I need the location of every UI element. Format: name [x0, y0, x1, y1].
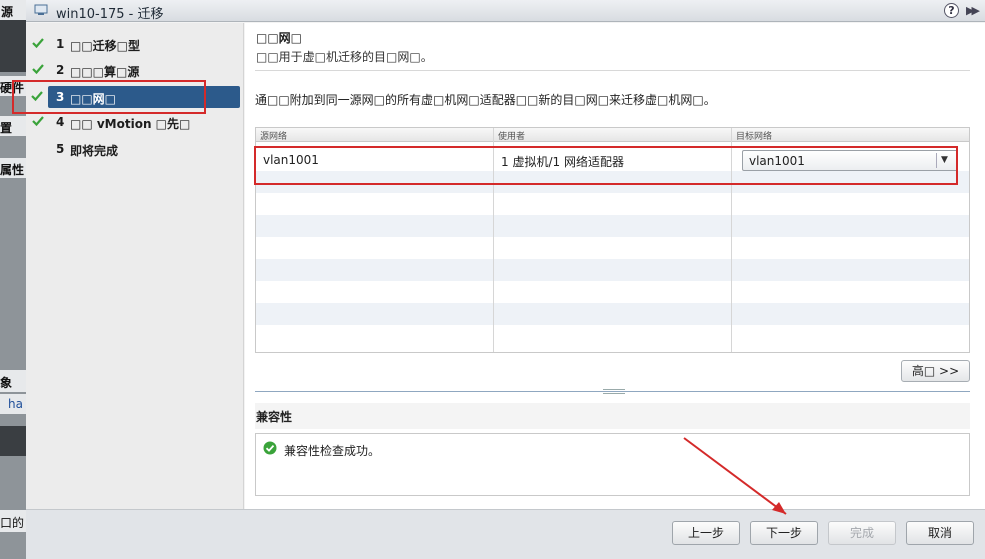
annotation-arrow	[683, 437, 787, 515]
